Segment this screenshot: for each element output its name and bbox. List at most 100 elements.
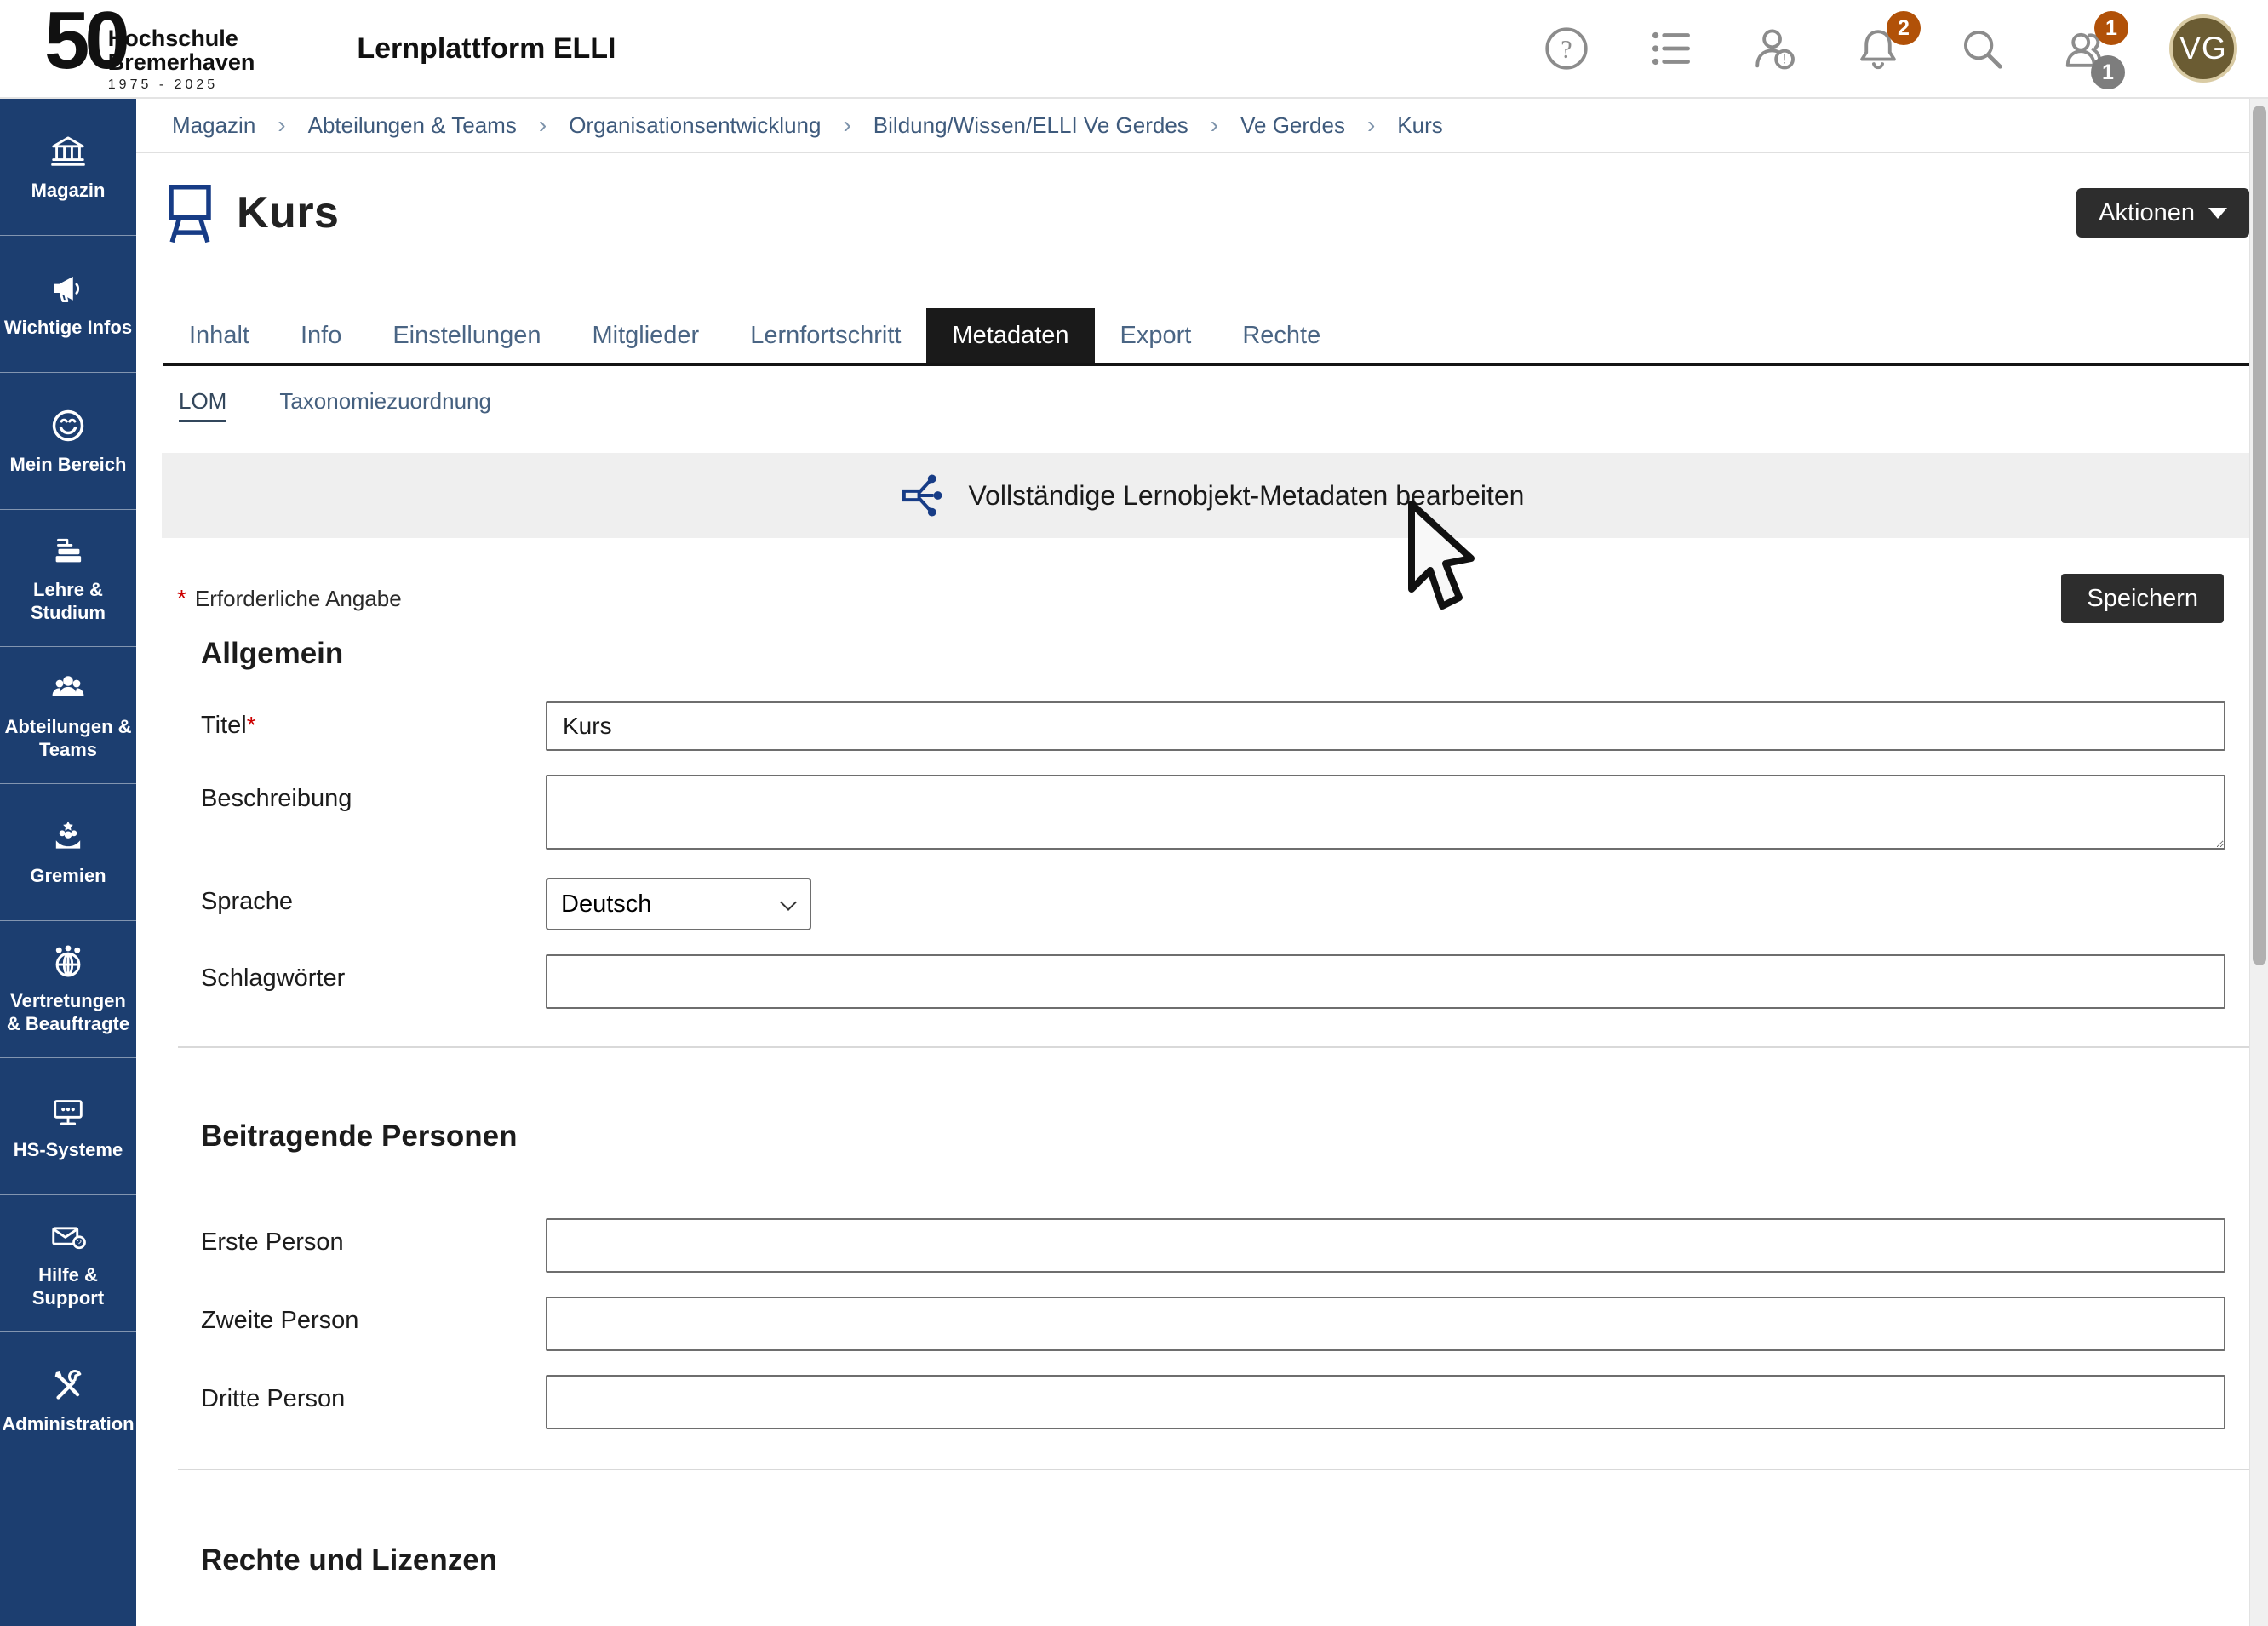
breadcrumb-separator-icon: [843, 112, 850, 139]
subtab-taxonomiezuordnung[interactable]: Taxonomiezuordnung: [279, 388, 491, 422]
monitor-icon: [49, 1091, 88, 1131]
committee-icon: [49, 817, 88, 856]
top-bar: 50 Hochschule Bremerhaven 1975 - 2025 Le…: [0, 0, 2268, 99]
sidebar-item-wichtige-infos[interactable]: Wichtige Infos: [0, 236, 136, 373]
zweite-person-input[interactable]: [546, 1297, 2225, 1351]
breadcrumb-item[interactable]: Kurs: [1397, 112, 1442, 139]
vertical-scrollbar[interactable]: [2249, 99, 2268, 1626]
logo-line1: Hochschule: [108, 26, 255, 50]
bank-icon: [49, 132, 88, 171]
save-button[interactable]: Speichern: [2061, 574, 2224, 623]
subtab-bar: LOM Taxonomiezuordnung: [179, 388, 2268, 422]
field-label: Dritte Person: [201, 1375, 546, 1413]
list-icon[interactable]: [1645, 23, 1696, 74]
sidebar-item-lehre-studium[interactable]: Lehre & Studium: [0, 510, 136, 647]
logo-line2: Bremerhaven: [108, 50, 255, 74]
field-label: Schlagwörter: [201, 954, 546, 993]
subtab-lom[interactable]: LOM: [179, 388, 226, 422]
breadcrumb-separator-icon: [278, 112, 285, 139]
dritte-person-input[interactable]: [546, 1375, 2225, 1429]
tab-einstellungen[interactable]: Einstellungen: [367, 308, 566, 363]
mail-help-icon: ?: [49, 1217, 88, 1256]
page-title: Kurs: [237, 187, 339, 238]
breadcrumb-item[interactable]: Ve Gerdes: [1240, 112, 1345, 139]
university-logo[interactable]: 50 Hochschule Bremerhaven 1975 - 2025: [44, 4, 255, 93]
field-label: Beschreibung: [201, 775, 546, 813]
user-status-icon[interactable]: !: [1749, 23, 1800, 74]
tab-rechte[interactable]: Rechte: [1217, 308, 1346, 363]
contacts-badge-count: 1: [2091, 55, 2125, 89]
tab-inhalt[interactable]: Inhalt: [163, 308, 275, 363]
breadcrumb-item[interactable]: Organisationsentwicklung: [569, 112, 821, 139]
sidebar-item-administration[interactable]: Administration: [0, 1332, 136, 1469]
tab-lernfortschritt[interactable]: Lernfortschritt: [724, 308, 926, 363]
contacts-icon[interactable]: 1 1: [2060, 23, 2111, 74]
schlagwoerter-input[interactable]: [546, 954, 2225, 1009]
beschreibung-textarea[interactable]: [546, 775, 2225, 850]
field-row-titel: Titel*: [136, 701, 2268, 751]
erste-person-input[interactable]: [546, 1218, 2225, 1273]
screen: 50 Hochschule Bremerhaven 1975 - 2025 Le…: [0, 0, 2268, 1626]
logo-years: 1975 - 2025: [108, 77, 255, 93]
field-label: Sprache: [201, 878, 546, 916]
help-icon[interactable]: ?: [1541, 23, 1592, 74]
field-row-dritte-person: Dritte Person: [136, 1375, 2268, 1429]
sprache-select[interactable]: Deutsch: [546, 878, 811, 930]
megaphone-icon: [49, 269, 88, 308]
network-people-icon: [49, 942, 88, 982]
search-icon[interactable]: [1956, 23, 2007, 74]
breadcrumb-item[interactable]: Bildung/Wissen/ELLI Ve Gerdes: [873, 112, 1188, 139]
people-icon: [49, 668, 88, 707]
sidebar-item-mein-bereich[interactable]: Mein Bereich: [0, 373, 136, 510]
notifications-icon[interactable]: 2: [1853, 23, 1904, 74]
sidebar-item-hilfe-support[interactable]: ? Hilfe & Support: [0, 1195, 136, 1332]
required-asterisk: *: [247, 712, 256, 738]
svg-text:?: ?: [1561, 35, 1572, 64]
tab-bar: Inhalt Info Einstellungen Mitglieder Ler…: [163, 308, 2249, 366]
page-title-row: Kurs Aktionen: [136, 174, 2268, 252]
notifications-badge: 2: [1887, 11, 1921, 45]
course-easel-icon: [162, 179, 218, 247]
edit-full-metadata-banner[interactable]: Vollständige Lernobjekt-Metadaten bearbe…: [162, 453, 2261, 538]
breadcrumb-item[interactable]: Abteilungen & Teams: [308, 112, 517, 139]
tab-metadaten[interactable]: Metadaten: [926, 308, 1094, 363]
titel-input[interactable]: [546, 701, 2225, 751]
breadcrumb-item[interactable]: Magazin: [172, 112, 255, 139]
form-header: *Erforderliche Angabe Speichern: [136, 574, 2268, 623]
tab-mitglieder[interactable]: Mitglieder: [566, 308, 724, 363]
section-heading-beitragende: Beitragende Personen: [201, 1119, 2268, 1154]
sidebar-item-vertretungen[interactable]: Vertretungen & Beauftragte: [0, 921, 136, 1058]
svg-text:!: !: [1783, 53, 1786, 67]
section-heading-rechte: Rechte und Lizenzen: [201, 1543, 2268, 1577]
field-row-zweite-person: Zweite Person: [136, 1297, 2268, 1351]
scrollbar-thumb[interactable]: [2253, 106, 2266, 965]
caret-down-icon: [2208, 208, 2227, 219]
topbar-icons: ? !: [1541, 14, 2237, 83]
books-icon: [49, 531, 88, 570]
breadcrumb: Magazin Abteilungen & Teams Organisation…: [136, 99, 2268, 153]
banner-label: Vollständige Lernobjekt-Metadaten bearbe…: [969, 480, 1525, 512]
metadata-nodes-icon: [899, 472, 947, 519]
section-heading-allgemein: Allgemein: [201, 637, 2268, 671]
required-asterisk: *: [177, 585, 186, 611]
app-title: Lernplattform ELLI: [357, 32, 616, 66]
actions-button[interactable]: Aktionen: [2076, 188, 2249, 238]
sidebar-item-hs-systeme[interactable]: HS-Systeme: [0, 1058, 136, 1195]
tab-info[interactable]: Info: [275, 308, 367, 363]
field-label: Titel*: [201, 701, 546, 740]
field-label: Erste Person: [201, 1218, 546, 1257]
contacts-badge-new: 1: [2094, 11, 2128, 45]
sidebar-item-magazin[interactable]: Magazin: [0, 99, 136, 236]
field-label: Zweite Person: [201, 1297, 546, 1335]
required-note: *Erforderliche Angabe: [177, 585, 402, 612]
svg-text:?: ?: [77, 1239, 82, 1248]
section-divider: [178, 1469, 2249, 1470]
sidebar-item-abteilungen-teams[interactable]: Abteilungen & Teams: [0, 647, 136, 784]
smiley-icon: [49, 406, 88, 445]
sidebar-item-gremien[interactable]: Gremien: [0, 784, 136, 921]
tools-icon: [49, 1365, 88, 1405]
tab-export[interactable]: Export: [1095, 308, 1217, 363]
section-divider: [178, 1046, 2249, 1048]
avatar[interactable]: VG: [2169, 14, 2237, 83]
main-content: Magazin Abteilungen & Teams Organisation…: [136, 99, 2268, 1626]
